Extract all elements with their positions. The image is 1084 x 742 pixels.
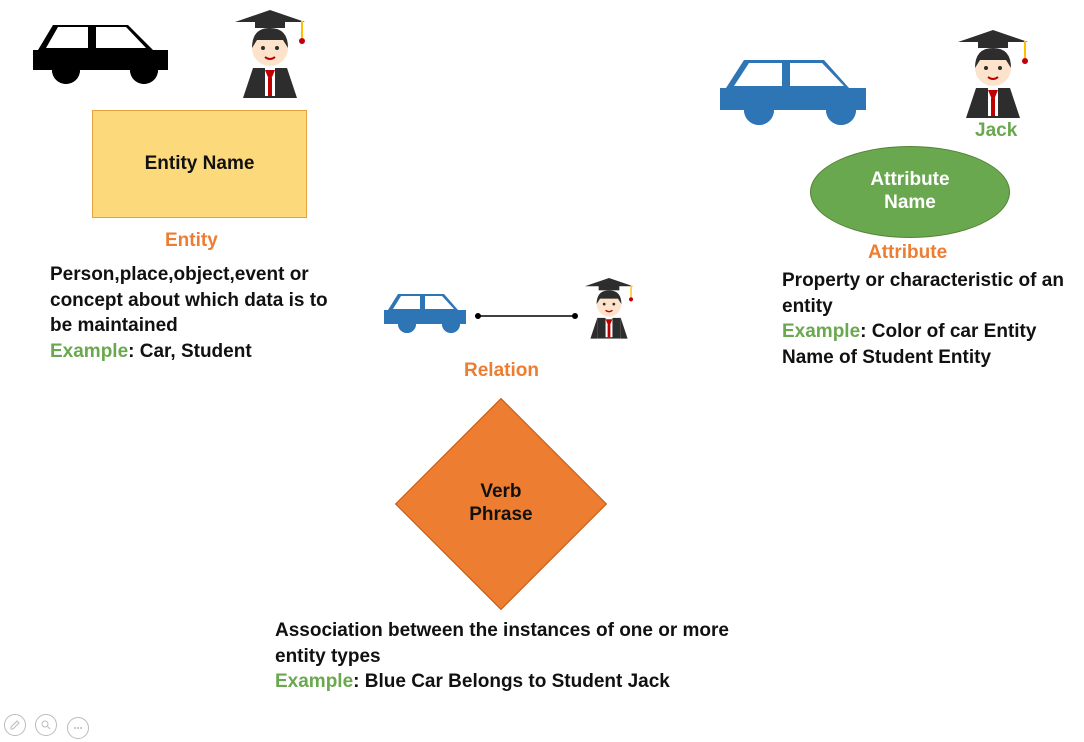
relation-description-block: Association between the instances of one… [275, 618, 745, 695]
car-black-icon [18, 5, 183, 100]
attribute-description-block: Property or characteristic of an entity … [782, 268, 1072, 371]
attribute-ellipse-label: AttributeName [870, 169, 949, 215]
attribute-jack-label: Jack [975, 120, 1017, 142]
relation-line [475, 308, 585, 326]
entity-description: Person,place,object,event or concept abo… [50, 264, 328, 336]
zoom-icon[interactable] [35, 714, 57, 736]
attribute-example-label: Example [782, 321, 860, 342]
more-icon[interactable] [67, 717, 89, 739]
student-large-icon [225, 0, 315, 105]
pen-icon[interactable] [4, 714, 26, 736]
relation-diamond-label: VerbPhrase [469, 481, 532, 527]
relation-example-label: Example [275, 671, 353, 692]
entity-example-label: Example [50, 341, 128, 362]
relation-diamond: VerbPhrase [395, 398, 607, 610]
attribute-ellipse: AttributeName [810, 146, 1010, 238]
entity-name-box: Entity Name [92, 110, 307, 218]
attribute-car-icon [704, 38, 882, 138]
relation-example-text: : Blue Car Belongs to Student Jack [353, 671, 670, 692]
entity-example-text: : Car, Student [128, 341, 252, 362]
bottom-toolbar [4, 714, 94, 739]
relation-description: Association between the instances of one… [275, 620, 729, 667]
relation-car-icon [376, 282, 474, 345]
entity-heading: Entity [165, 230, 218, 252]
attribute-heading: Attribute [868, 242, 947, 264]
attribute-description: Property or characteristic of an entity [782, 270, 1064, 317]
entity-box-label: Entity Name [145, 153, 255, 175]
attribute-student-icon [948, 20, 1038, 125]
entity-description-block: Person,place,object,event or concept abo… [50, 262, 345, 365]
relation-student-icon [578, 268, 640, 348]
relation-heading: Relation [464, 360, 539, 382]
